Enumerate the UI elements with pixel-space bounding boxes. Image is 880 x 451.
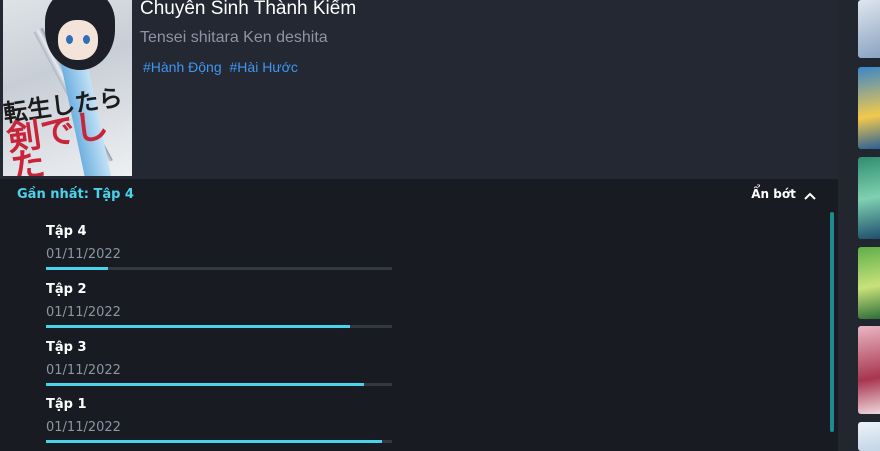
episodes-header: Gần nhất: Tập 4 Ẩn bớt xyxy=(0,179,838,212)
related-thumbnail[interactable] xyxy=(858,422,880,451)
episode-progress-fill xyxy=(46,267,109,270)
genre-tag[interactable]: #Hành Động xyxy=(143,59,222,75)
episode-list-scrollbar[interactable] xyxy=(830,212,834,432)
chevron-up-icon xyxy=(804,192,816,200)
episode-date: 01/11/2022 xyxy=(46,247,121,262)
episode-progress-track xyxy=(46,267,392,270)
episode-progress-fill xyxy=(46,440,382,443)
main-panel: 転生したら 剣でした Chuyên Sinh Thành Kiếm Tensei… xyxy=(0,0,838,451)
genre-tags: #Hành Động #Hài Hước xyxy=(143,59,302,75)
episode-item[interactable]: Tập 4 01/11/2022 xyxy=(46,224,392,282)
poster-logo-text: 転生したら 剣でした xyxy=(3,82,125,176)
related-thumbnail[interactable] xyxy=(858,247,880,319)
episode-name: Tập 4 xyxy=(46,224,87,239)
episode-progress-track xyxy=(46,325,392,328)
related-thumbnail[interactable] xyxy=(858,67,880,149)
latest-episode-label[interactable]: Gần nhất: Tập 4 xyxy=(17,187,134,202)
episode-date: 01/11/2022 xyxy=(46,420,121,435)
anime-poster[interactable]: 転生したら 剣でした xyxy=(3,0,132,176)
episode-progress-track xyxy=(46,383,392,386)
episode-name: Tập 3 xyxy=(46,340,87,355)
related-thumbnail[interactable] xyxy=(858,157,880,239)
collapse-label: Ẩn bớt xyxy=(751,187,796,201)
episode-list: Tập 4 01/11/2022 Tập 2 01/11/2022 Tập 3 … xyxy=(0,212,838,451)
episode-name: Tập 1 xyxy=(46,397,87,412)
poster-eye xyxy=(66,35,73,44)
episode-progress-fill xyxy=(46,325,351,328)
related-thumbnail[interactable] xyxy=(858,0,880,58)
anime-title: Chuyên Sinh Thành Kiếm xyxy=(140,0,357,19)
episode-item[interactable]: Tập 1 01/11/2022 xyxy=(46,397,392,451)
episode-date: 01/11/2022 xyxy=(46,305,121,320)
episode-date: 01/11/2022 xyxy=(46,363,121,378)
poster-eye xyxy=(83,35,90,44)
episode-item[interactable]: Tập 3 01/11/2022 xyxy=(46,340,392,398)
episode-progress-fill xyxy=(46,383,365,386)
episode-item[interactable]: Tập 2 01/11/2022 xyxy=(46,282,392,340)
genre-tag[interactable]: #Hài Hước xyxy=(230,59,298,75)
related-thumbnail[interactable] xyxy=(858,326,880,414)
collapse-button[interactable]: Ẩn bớt xyxy=(751,187,816,201)
episode-progress-track xyxy=(46,440,392,443)
anime-alt-title: Tensei shitara Ken deshita xyxy=(140,29,328,46)
episode-name: Tập 2 xyxy=(46,282,87,297)
poster-character-face xyxy=(58,20,98,60)
